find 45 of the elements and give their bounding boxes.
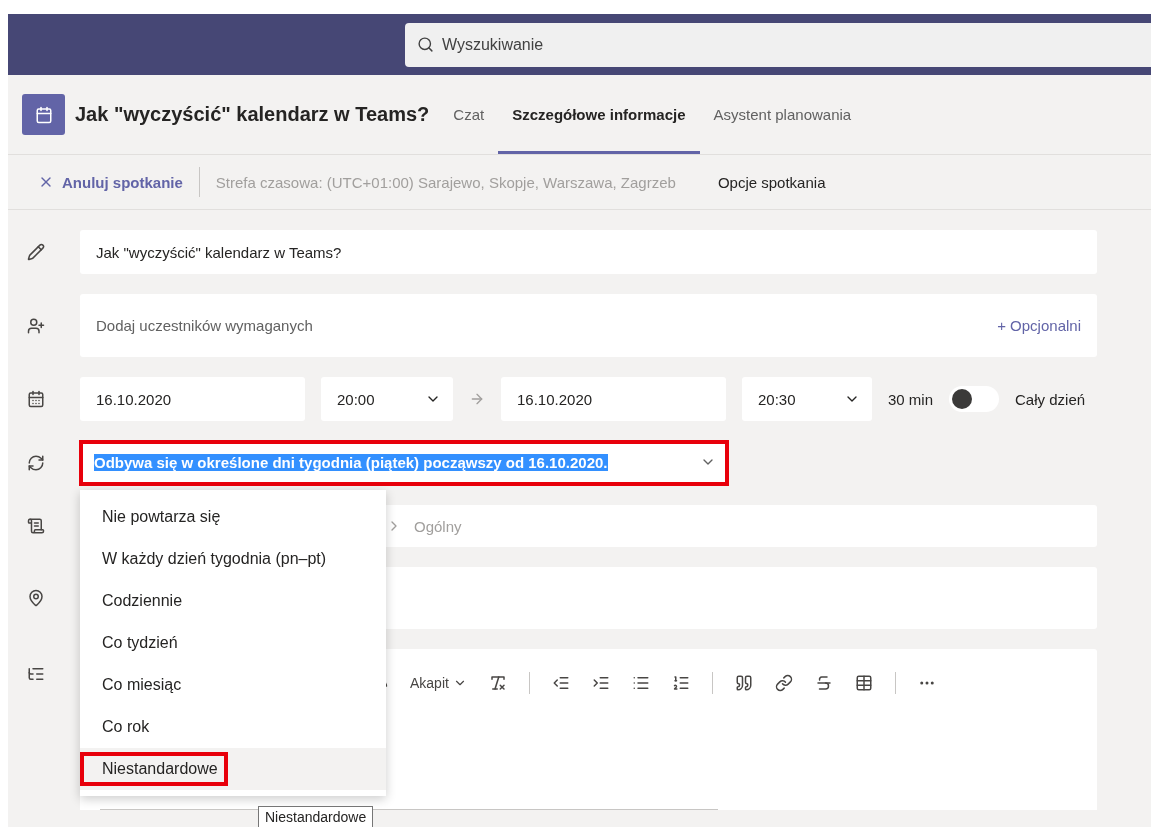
duration-label: 30 min — [888, 390, 934, 408]
cancel-meeting-button[interactable]: Anuluj spotkanie — [38, 167, 200, 197]
all-day-toggle[interactable] — [949, 386, 1000, 412]
search-field[interactable]: Wyszukiwanie — [405, 22, 1151, 67]
numbered-list-icon[interactable] — [671, 674, 690, 692]
link-icon[interactable] — [774, 674, 793, 692]
list-icon — [27, 665, 45, 683]
search-icon — [417, 36, 434, 53]
arrow-right-icon — [469, 391, 485, 407]
menu-option[interactable]: Co rok — [80, 706, 386, 748]
outdent-icon[interactable] — [551, 674, 570, 692]
end-date-field[interactable]: 16.10.2020 — [501, 377, 726, 421]
start-time-dropdown[interactable]: 20:00 — [321, 377, 453, 421]
refresh-icon — [27, 454, 45, 472]
tooltip: Niestandardowe — [258, 806, 374, 827]
menu-option[interactable]: Codziennie — [80, 580, 386, 622]
bullet-list-icon[interactable] — [631, 674, 650, 692]
meeting-title: Jak "wyczyścić" kalendarz w Teams? — [75, 103, 430, 126]
menu-option[interactable]: Co tydzień — [80, 622, 386, 664]
time-zone-label: Strefa czasowa: (UTC+01:00) Sarajewo, Skopje, Warszawa, Zagrzeb — [215, 173, 676, 191]
attendees-field[interactable]: Dodaj uczestników wymaganych + Opcjonalni — [80, 294, 1097, 357]
menu-option[interactable]: Co miesiąc — [80, 664, 386, 706]
menu-option[interactable]: W każdy dzień tygodnia (pn–pt) — [80, 538, 386, 580]
title-field[interactable]: Jak "wyczyścić" kalendarz w Teams? — [80, 230, 1097, 274]
table-icon[interactable] — [854, 674, 873, 692]
paragraph-dropdown[interactable]: Akapit — [410, 675, 467, 691]
menu-option[interactable]: Niestandardowe — [80, 748, 386, 790]
optional-attendees-link[interactable]: + Opcjonalni — [997, 317, 1081, 334]
location-pin-icon — [27, 589, 45, 607]
add-person-icon — [27, 316, 45, 335]
end-time-dropdown[interactable]: 20:30 — [742, 377, 872, 421]
channel-icon — [27, 517, 45, 535]
calendar-icon — [27, 390, 45, 408]
clear-formatting-icon[interactable] — [488, 674, 507, 692]
meeting-options-button[interactable]: Opcje spotkania — [717, 173, 826, 191]
indent-icon[interactable] — [591, 674, 610, 692]
start-date-field[interactable]: 16.10.2020 — [80, 377, 305, 421]
tab[interactable]: Asystent planowania — [699, 75, 866, 154]
tab[interactable]: Czat — [439, 75, 499, 154]
quote-icon[interactable] — [734, 674, 753, 692]
strikethrough-icon[interactable] — [814, 674, 833, 692]
menu-option[interactable]: Nie powtarza się — [80, 496, 386, 538]
pencil-icon — [27, 243, 45, 261]
calendar-app-icon — [22, 94, 65, 135]
all-day-label: Cały dzień — [1015, 390, 1086, 408]
